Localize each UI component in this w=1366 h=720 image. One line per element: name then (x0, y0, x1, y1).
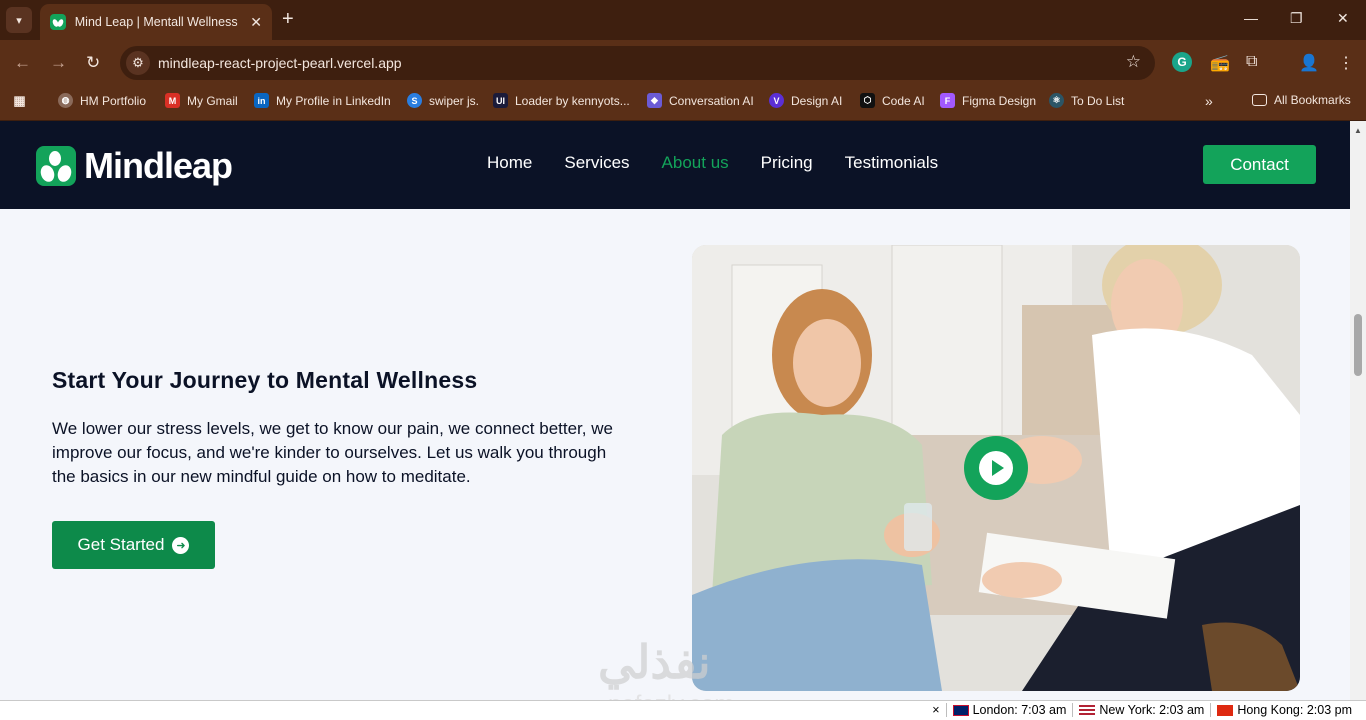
restore-icon[interactable]: ❐ (1290, 10, 1303, 27)
bookmark-design-ai[interactable]: V Design AI (769, 93, 842, 108)
apps-grid-icon[interactable]: ▦ (12, 93, 34, 108)
bookmark-label: Figma Design (962, 93, 1037, 108)
play-icon (979, 451, 1013, 485)
bookmark-label: HM Portfolio (80, 93, 147, 108)
watermark-url: nafezly.com (608, 691, 734, 700)
site-info-icon[interactable]: ⚙ (126, 51, 150, 75)
contact-button[interactable]: Contact (1203, 145, 1316, 184)
bookmark-linkedin[interactable]: in My Profile in LinkedIn (254, 93, 391, 108)
browser-tab-strip: ▾ Mind Leap | Mentall Wellness R ✕ + — ❐… (0, 0, 1366, 40)
hero-title: Start Your Journey to Mental Wellness (52, 367, 478, 393)
url-text: mindleap-react-project-pearl.vercel.app (158, 55, 402, 71)
clock-new-york-text: New York: 2:03 am (1099, 703, 1205, 717)
clock-london-text: London: 7:03 am (972, 703, 1067, 717)
page-scrollbar[interactable]: ▲ (1350, 121, 1366, 700)
bookmarks-bar: ▦ ◍ HM Portfolio M My Gmail in My Profile i… (0, 86, 1366, 121)
bookmark-figma[interactable]: F Figma Design (940, 93, 1036, 108)
hk-flag-icon (1217, 704, 1234, 716)
clock-new-york: New York: 2:03 am (1072, 703, 1210, 717)
menu-home[interactable]: Home (487, 153, 532, 173)
menu-services[interactable]: Services (564, 153, 629, 173)
bookmark-label: Code AI (882, 93, 925, 108)
menu-about-us[interactable]: About us (662, 153, 729, 173)
design-ai-icon: V (769, 93, 784, 108)
bookmark-label: swiper js. (429, 93, 480, 108)
clock-hong-kong: Hong Kong: 2:03 pm (1210, 703, 1358, 717)
bookmark-label: My Gmail (187, 93, 238, 108)
therapy-session-photo (692, 245, 1300, 691)
arrow-right-circle-icon: ➜ (172, 536, 190, 554)
clock-close-icon[interactable]: × (926, 703, 945, 717)
browser-toolbar: ← → ↻ ⚙ mindleap-react-project-pearl.ver… (0, 40, 1366, 86)
us-flag-icon (1079, 704, 1096, 716)
grammarly-extension-icon[interactable]: G (1172, 52, 1192, 72)
reload-icon[interactable]: ↻ (86, 53, 100, 73)
get-started-button[interactable]: Get Started ➜ (52, 521, 215, 569)
back-icon[interactable]: ← (14, 53, 31, 73)
page-viewport: Mindleap Home Services About us Pricing … (0, 121, 1350, 700)
menu-kebab-icon[interactable]: ⋮ (1338, 53, 1354, 73)
bookmark-code-ai[interactable]: ⬡ Code AI (860, 93, 925, 108)
all-bookmarks-label: All Bookmarks (1274, 93, 1351, 107)
bookmark-star-icon[interactable]: ☆ (1126, 52, 1141, 72)
brand-name: Mindleap (84, 145, 233, 186)
site-logo[interactable]: Mindleap (36, 145, 233, 187)
uk-flag-icon (952, 704, 969, 716)
bookmark-label: To Do List (1071, 93, 1125, 108)
conversation-ai-icon: ◆ (647, 93, 662, 108)
clock-london: London: 7:03 am (945, 703, 1073, 717)
forward-icon[interactable]: → (50, 53, 67, 73)
minimize-icon[interactable]: — (1244, 10, 1258, 26)
folder-icon (1252, 94, 1267, 106)
get-started-label: Get Started (77, 535, 165, 554)
figma-icon: F (940, 93, 955, 108)
profile-avatar-icon[interactable]: 👤 (1299, 53, 1319, 73)
bookmarks-overflow-icon[interactable]: » (1205, 93, 1213, 109)
hero-description: We lower our stress levels, we get to kn… (52, 419, 613, 486)
menu-pricing[interactable]: Pricing (761, 153, 813, 173)
bookmark-label: My Profile in LinkedIn (276, 93, 391, 108)
main-menu: Home Services About us Pricing Testimoni… (487, 153, 970, 173)
bookmark-todo[interactable]: ⚛ To Do List (1049, 93, 1124, 108)
tab-search-dropdown-icon[interactable]: ▾ (6, 7, 32, 33)
site-navbar: Mindleap Home Services About us Pricing … (0, 121, 1350, 209)
bookmark-conversation-ai[interactable]: ◆ Conversation AI (647, 93, 754, 108)
bookmark-label: Conversation AI (669, 93, 754, 108)
browser-tab-active[interactable]: Mind Leap | Mentall Wellness R ✕ (40, 4, 272, 40)
address-bar[interactable]: ⚙ mindleap-react-project-pearl.vercel.ap… (120, 46, 1155, 80)
bookmark-loader[interactable]: UI Loader by kennyots... (493, 93, 630, 108)
bookmark-label: Design AI (791, 93, 843, 108)
tab-close-icon[interactable]: ✕ (250, 14, 262, 31)
extensions-icon[interactable]: ⧉ (1246, 53, 1257, 71)
swiper-icon: S (407, 93, 422, 108)
scroll-up-icon[interactable]: ▲ (1354, 126, 1362, 135)
new-tab-icon[interactable]: + (282, 8, 294, 30)
bookmark-swiper[interactable]: Sswiper js. (407, 93, 479, 108)
play-video-button[interactable] (964, 436, 1028, 500)
linkedin-icon: in (254, 93, 269, 108)
scrollbar-thumb[interactable] (1354, 314, 1362, 376)
uiverse-icon: UI (493, 93, 508, 108)
gmail-icon: M (165, 93, 180, 108)
bookmark-label: Loader by kennyots... (515, 93, 630, 108)
radio-extension-icon[interactable]: 📻 (1210, 53, 1230, 73)
code-ai-icon: ⬡ (860, 93, 875, 108)
world-clock-bar: × London: 7:03 am New York: 2:03 am Hong… (0, 700, 1366, 720)
tab-title: Mind Leap | Mentall Wellness R (74, 15, 243, 29)
react-icon: ⚛ (1049, 93, 1064, 108)
mindleap-favicon-icon (50, 14, 66, 30)
window-close-icon[interactable]: ✕ (1337, 10, 1349, 27)
leaf-logo-icon (36, 146, 76, 186)
watermark-logo: نفذلي (598, 636, 711, 688)
all-bookmarks[interactable]: All Bookmarks (1252, 93, 1351, 107)
globe-icon: ◍ (58, 93, 73, 108)
bookmark-my-gmail[interactable]: M My Gmail (165, 93, 238, 108)
bookmark-hm-portfolio[interactable]: ◍ HM Portfolio (58, 93, 146, 108)
menu-testimonials[interactable]: Testimonials (845, 153, 939, 173)
clock-hong-kong-text: Hong Kong: 2:03 pm (1237, 703, 1352, 717)
